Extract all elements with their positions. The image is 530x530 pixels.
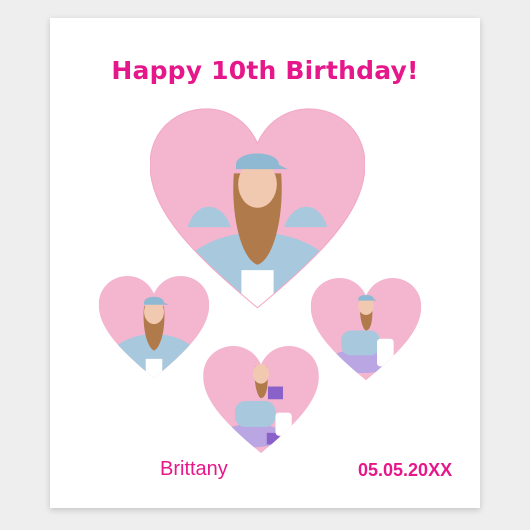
child-name: Brittany: [160, 458, 228, 480]
heart-photo-left: [98, 276, 210, 381]
heart-photo-bottom: [202, 346, 320, 456]
poster-title: Happy 10th Birthday!: [111, 56, 419, 85]
girl-photo-icon: [310, 278, 422, 381]
birthday-poster: Happy 10th Birthday! Brittany 05.05.20XX: [50, 18, 480, 508]
birthday-date: 05.05.20XX: [358, 460, 453, 480]
girl-photo-icon: [203, 346, 319, 454]
heart-photo-right: [310, 278, 422, 383]
girl-photo-icon: [98, 276, 210, 379]
